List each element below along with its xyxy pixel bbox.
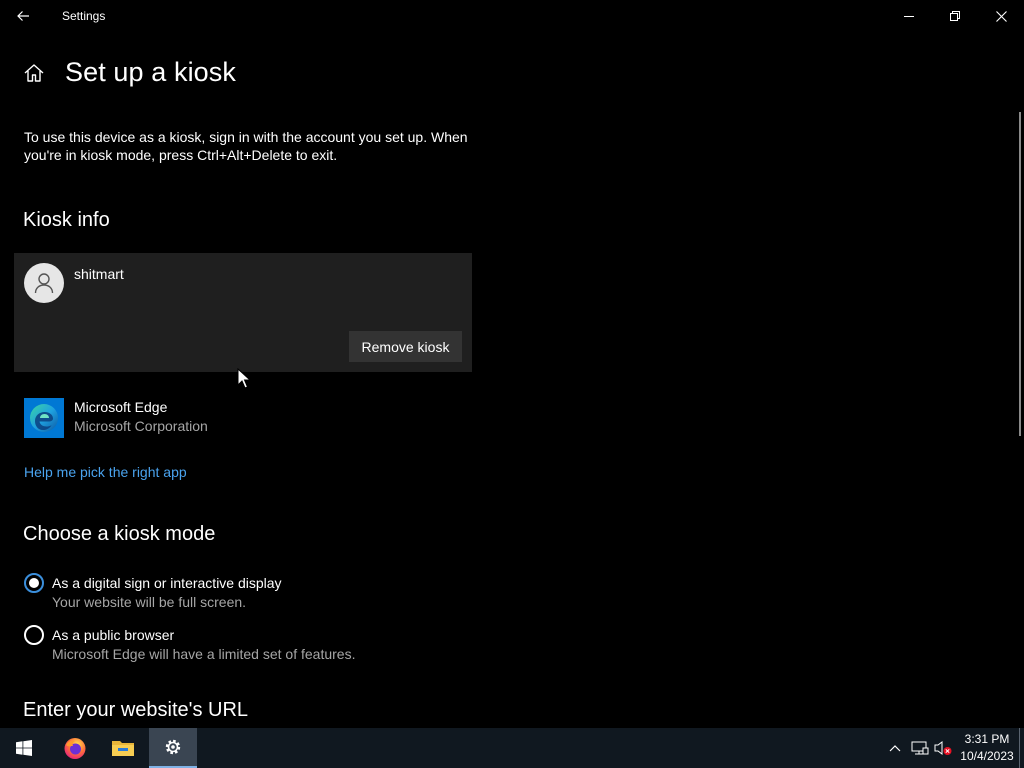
avatar <box>24 263 64 303</box>
taskbar-file-explorer[interactable] <box>99 728 147 768</box>
radio-label: As a digital sign or interactive display <box>52 575 282 591</box>
restore-icon <box>950 11 960 21</box>
radio-description: Your website will be full screen. <box>52 594 247 610</box>
window-title: Settings <box>62 9 106 23</box>
mouse-cursor-icon <box>237 368 250 389</box>
system-clock[interactable]: 3:31 PM 10/4/2023 <box>958 731 1016 765</box>
home-icon[interactable] <box>23 62 45 84</box>
kiosk-account-name: shitmart <box>74 266 124 282</box>
app-name: Microsoft Edge <box>74 399 168 415</box>
app-tile <box>24 398 64 438</box>
kiosk-app-item[interactable]: Microsoft Edge Microsoft Corporation <box>24 398 324 438</box>
network-button[interactable] <box>908 728 932 768</box>
start-button[interactable] <box>0 728 48 768</box>
clock-time: 3:31 PM <box>964 732 1010 746</box>
radio-option-public-browser[interactable]: As a public browser Microsoft Edge will … <box>24 625 444 665</box>
volume-button[interactable] <box>932 728 954 768</box>
website-url-heading: Enter your website's URL <box>23 699 249 721</box>
taskbar: 3:31 PM 10/4/2023 <box>0 728 1024 768</box>
show-desktop-button[interactable] <box>1019 728 1020 768</box>
kiosk-account-card[interactable]: shitmart Remove kiosk <box>14 253 472 372</box>
volume-muted-icon <box>934 741 952 755</box>
minimize-button[interactable] <box>886 0 932 32</box>
page-title: Set up a kiosk <box>65 57 236 87</box>
microsoft-edge-icon <box>30 404 58 432</box>
app-publisher: Microsoft Corporation <box>74 418 208 434</box>
back-arrow-icon <box>17 11 29 21</box>
kiosk-mode-heading: Choose a kiosk mode <box>23 523 216 545</box>
scrollbar[interactable] <box>1019 112 1021 436</box>
clock-date: 10/4/2023 <box>960 749 1014 763</box>
user-icon <box>34 273 54 294</box>
taskbar-settings[interactable] <box>149 728 197 768</box>
radio-description: Microsoft Edge will have a limited set o… <box>52 646 356 662</box>
restore-button[interactable] <box>932 0 978 32</box>
taskbar-firefox[interactable] <box>51 728 99 768</box>
close-button[interactable] <box>978 0 1024 32</box>
chevron-up-icon <box>889 745 901 752</box>
radio-label: As a public browser <box>52 627 175 643</box>
radio-option-digital-sign[interactable]: As a digital sign or interactive display… <box>24 573 444 613</box>
settings-window: Settings Set up a kiosk To use this devi… <box>0 0 1024 728</box>
radio-button-unchecked[interactable] <box>24 625 44 645</box>
remove-kiosk-button[interactable]: Remove kiosk <box>349 331 462 362</box>
back-button[interactable] <box>0 0 46 32</box>
title-bar: Settings <box>0 0 1024 32</box>
minimize-icon <box>904 16 914 17</box>
intro-text: To use this device as a kiosk, sign in w… <box>24 129 468 163</box>
help-pick-app-link[interactable]: Help me pick the right app <box>24 464 187 480</box>
show-hidden-icons-button[interactable] <box>884 728 906 768</box>
file-explorer-icon <box>112 741 134 756</box>
firefox-icon <box>64 738 86 759</box>
windows-logo-icon <box>16 740 32 756</box>
network-icon <box>911 741 929 755</box>
close-icon <box>995 10 1007 22</box>
radio-button-checked[interactable] <box>24 573 44 593</box>
kiosk-info-heading: Kiosk info <box>23 209 110 231</box>
settings-icon <box>165 739 181 755</box>
